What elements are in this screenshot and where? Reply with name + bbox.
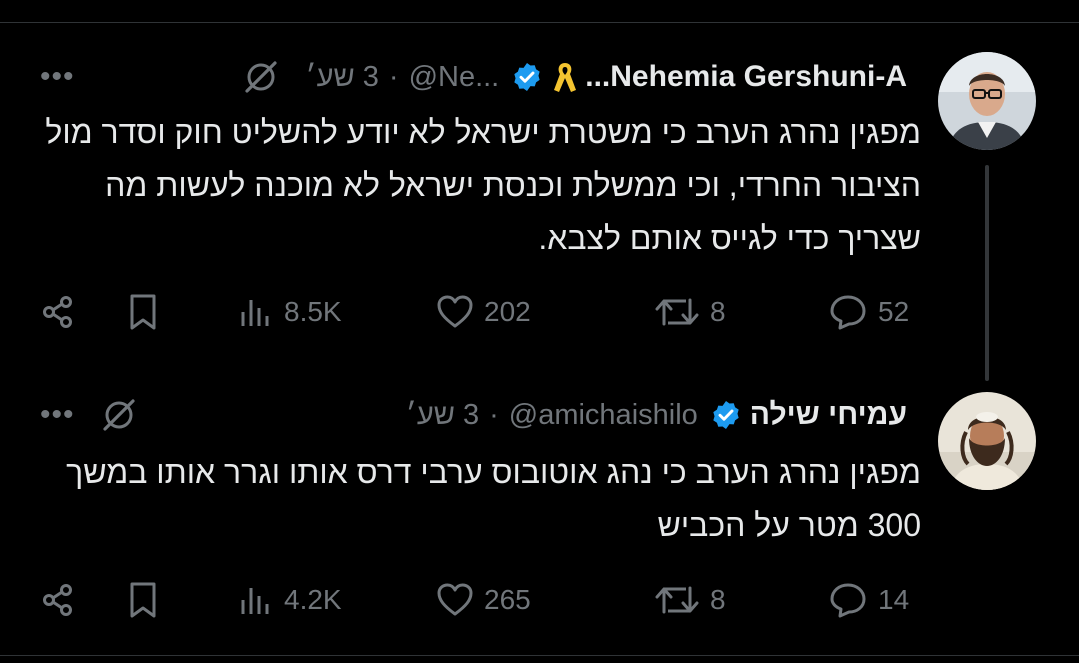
heart-icon (437, 583, 473, 616)
bookmark-button[interactable] (127, 576, 159, 624)
reposts-count: 8 (710, 296, 726, 327)
repost-button[interactable]: 8 (654, 288, 726, 336)
views-icon (241, 300, 269, 326)
verified-badge-icon[interactable] (511, 61, 543, 93)
share-icon (43, 296, 72, 328)
tweet-header: עמיחי שילה @amichaishilo · 3 שע׳ ••• (40, 390, 907, 440)
bottom-divider (0, 655, 1079, 656)
bookmark-button[interactable] (127, 288, 159, 336)
repost-icon (655, 586, 699, 614)
more-options-icon[interactable]: ••• (40, 62, 75, 92)
bookmark-icon (130, 582, 156, 618)
share-button[interactable] (40, 576, 76, 624)
author-handle[interactable]: @amichaishilo (509, 399, 698, 432)
more-options-icon[interactable]: ••• (40, 400, 75, 430)
tweet-header: Nehemia Gershuni-A... @Ne... · 3 שע׳ ••• (40, 52, 907, 102)
reply-button[interactable]: 14 (828, 576, 909, 624)
replies-count: 14 (878, 584, 910, 615)
tweet-text: מפגין נהרג הערב כי משטרת ישראל לא יודע ל… (45, 114, 921, 256)
reply-icon (830, 295, 866, 330)
repost-icon (655, 298, 699, 326)
thread-connector-line (985, 165, 989, 381)
timestamp[interactable]: 3 שע׳ (406, 399, 479, 432)
reply-icon (830, 583, 866, 618)
verified-badge-icon[interactable] (710, 399, 742, 431)
yellow-ribbon-icon (554, 63, 577, 92)
repost-button[interactable]: 8 (654, 576, 726, 624)
avatar[interactable] (938, 52, 1036, 150)
author-name[interactable]: עמיחי שילה (750, 398, 907, 432)
share-icon (43, 584, 72, 616)
like-button[interactable]: 202 (436, 288, 531, 336)
avatar[interactable] (938, 392, 1036, 490)
reposts-count: 8 (710, 584, 726, 615)
grok-icon[interactable] (241, 57, 281, 97)
replies-count: 52 (878, 296, 910, 327)
tweet-actions: 4.2K 265 8 14 (40, 576, 930, 624)
views-count: 8.5K (284, 296, 342, 327)
heart-icon (437, 295, 473, 328)
tweet-2[interactable]: עמיחי שילה @amichaishilo · 3 שע׳ ••• מפג… (0, 360, 1079, 655)
share-button[interactable] (40, 288, 76, 336)
tweet-1[interactable]: Nehemia Gershuni-A... @Ne... · 3 שע׳ •••… (0, 0, 1079, 381)
reply-button[interactable]: 52 (828, 288, 909, 336)
author-handle[interactable]: @Ne... (409, 61, 500, 94)
grok-icon[interactable] (99, 395, 139, 435)
tweet-text: מפגין נהרג הערב כי נהג אוטובוס ערבי דרס … (66, 454, 921, 543)
separator-dot: · (489, 398, 499, 431)
separator-dot: · (388, 60, 399, 93)
author-name[interactable]: Nehemia Gershuni-A... (585, 60, 907, 94)
likes-count: 202 (484, 296, 531, 327)
views-button[interactable]: 4.2K (238, 576, 342, 624)
like-button[interactable]: 265 (436, 576, 531, 624)
timestamp[interactable]: 3 שע׳ (305, 61, 378, 94)
views-count: 4.2K (284, 584, 342, 615)
tweet-actions: 8.5K 202 8 52 (40, 288, 930, 336)
bookmark-icon (130, 294, 156, 330)
likes-count: 265 (484, 584, 531, 615)
views-button[interactable]: 8.5K (238, 288, 342, 336)
views-icon (241, 588, 269, 614)
